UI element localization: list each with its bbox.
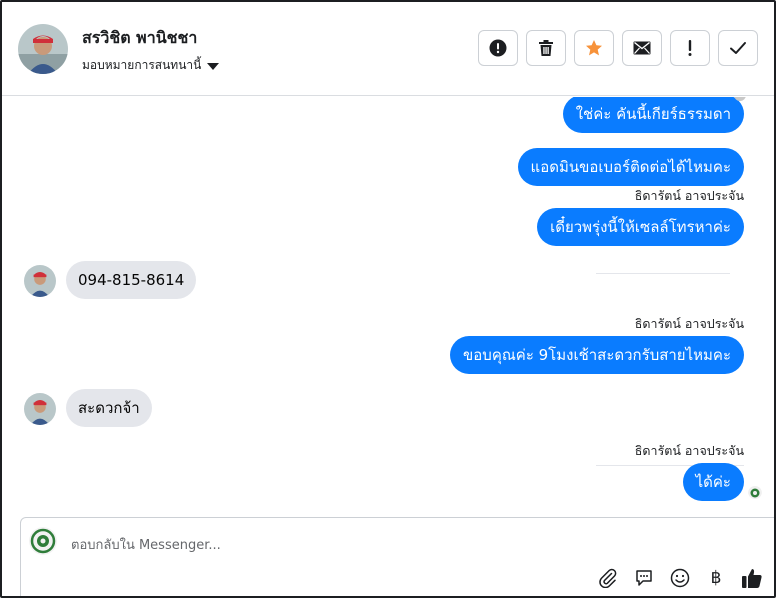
assign-label: มอบหมายการสนทนานี้ — [82, 58, 202, 72]
contact-avatar-small — [24, 393, 56, 425]
contact-avatar-small — [24, 265, 56, 297]
paperclip-icon — [599, 568, 617, 588]
message-outgoing[interactable]: เดี๋ยวพรุ่งนี้ให้เซลล์โทรหาค่ะ — [537, 208, 744, 246]
emoji-icon — [670, 568, 690, 588]
sender-name: ธิดารัตน์ อาจประจัน — [634, 316, 744, 331]
contact-name: สรวิชิต พานิชชา — [82, 28, 198, 47]
contact-avatar[interactable] — [18, 24, 68, 74]
conversation-header: สรวิชิต พานิชชา มอบหมายการสนทนานี้ — [2, 2, 774, 96]
message-outgoing[interactable]: ขอบคุณค่ะ 9โมงเช้าสะดวกรับสายไหมคะ — [450, 336, 744, 374]
seen-avatar — [748, 485, 762, 499]
sender-name: ธิดารัตน์ อาจประจัน — [634, 443, 744, 458]
message-outgoing[interactable]: ใช่ค่ะ คันนี้เกียร์ธรรมดา — [562, 97, 744, 133]
separator — [596, 273, 730, 274]
follow-up-button[interactable] — [670, 30, 710, 66]
message-incoming[interactable]: 094-815-8614 — [66, 261, 197, 299]
trash-icon — [539, 40, 553, 56]
sender-name: ธิดารัตน์ อาจประจัน — [634, 188, 744, 203]
composer-toolbar: ฿ — [597, 567, 763, 589]
message-outgoing[interactable]: ได้ค่ะ — [682, 463, 744, 501]
alert-circle-icon — [489, 39, 507, 57]
conversation-actions — [478, 30, 758, 66]
saved-reply-icon — [636, 570, 652, 586]
delete-button[interactable] — [526, 30, 566, 66]
envelope-icon — [633, 41, 651, 55]
saved-reply-button[interactable] — [633, 567, 655, 589]
mark-spam-button[interactable] — [478, 30, 518, 66]
thumbs-up-icon — [742, 569, 762, 588]
message-thread[interactable]: ใช่ค่ะ คันนี้เกียร์ธรรมดา แอดมินขอเบอร์ต… — [2, 97, 774, 515]
page-avatar — [29, 527, 57, 555]
star-icon — [586, 40, 602, 56]
attach-button[interactable] — [597, 567, 619, 589]
reply-input[interactable]: ตอบกลับใน Messenger... — [71, 534, 221, 555]
conversation-window: สรวิชิต พานิชชา มอบหมายการสนทนานี้ ใช่ค่… — [0, 0, 776, 598]
mark-unread-button[interactable] — [622, 30, 662, 66]
assign-conversation-dropdown[interactable]: มอบหมายการสนทนานี้ — [82, 56, 220, 75]
caret-down-icon — [207, 62, 220, 70]
message-incoming[interactable]: สะดวกจ้า — [66, 389, 152, 427]
mark-done-button[interactable] — [718, 30, 758, 66]
like-button[interactable] — [741, 567, 763, 589]
emoji-button[interactable] — [669, 567, 691, 589]
check-icon — [730, 42, 746, 54]
reply-composer[interactable]: ตอบกลับใน Messenger... ฿ — [20, 517, 774, 596]
message-outgoing[interactable]: แอดมินขอเบอร์ติดต่อได้ไหมคะ — [517, 148, 744, 186]
star-button[interactable] — [574, 30, 614, 66]
exclamation-icon — [688, 40, 692, 56]
baht-payment-icon[interactable]: ฿ — [705, 567, 727, 589]
